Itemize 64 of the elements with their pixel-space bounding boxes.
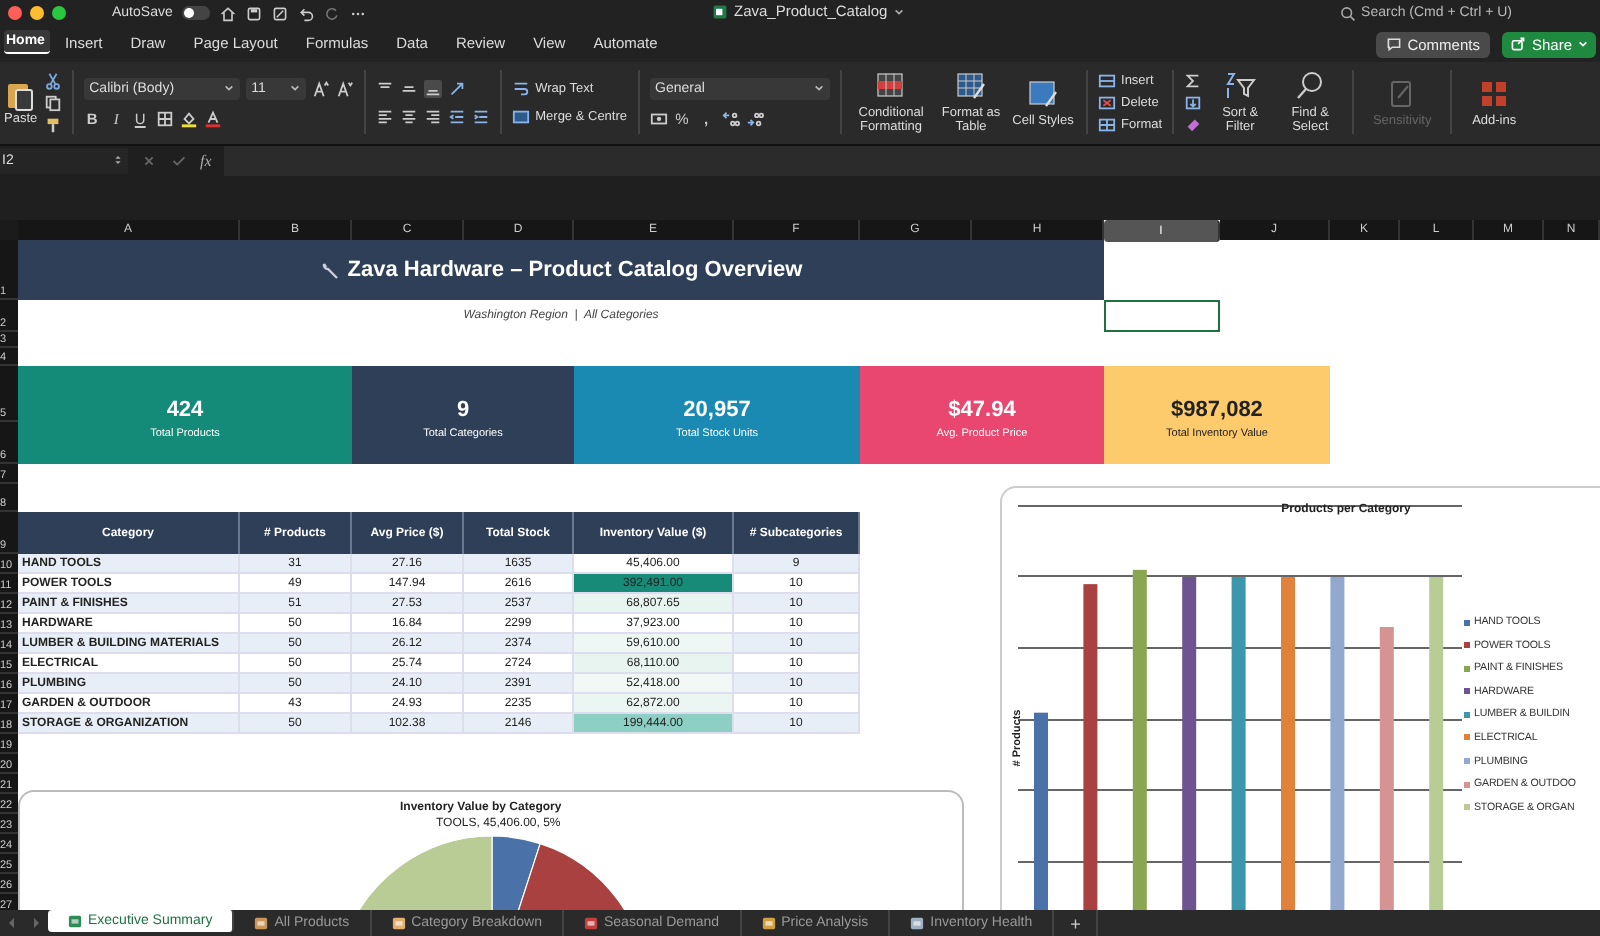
share-icon [1509,36,1526,53]
caret-icon [813,84,824,93]
copy-icon[interactable] [43,93,62,112]
align-right-icon[interactable] [423,107,442,126]
search-icon [1339,5,1356,22]
decrease-indent-icon[interactable] [447,107,466,126]
increase-indent-icon[interactable] [471,107,490,126]
minimize-window-icon[interactable] [30,6,44,21]
borders-icon[interactable] [155,109,174,128]
eraser-icon[interactable] [1184,115,1203,134]
spreadsheet-icon [712,3,728,19]
kpi-value: $987,082 [1171,398,1263,422]
grid-icon [1097,115,1116,134]
autosave-toggle[interactable] [182,6,211,21]
enter-icon[interactable] [170,151,188,170]
formula-input[interactable] [223,145,1600,176]
caret-icon [1578,40,1588,49]
home-icon[interactable] [220,5,237,22]
fill-color-icon[interactable] [179,109,198,128]
sort-filter-icon [1224,69,1257,102]
align-center-icon[interactable] [399,107,418,126]
wrench-icon [319,260,340,280]
sheet-title: Zava Hardware – Product Catalog Overview [347,258,803,282]
kpi-value: 9 [456,398,470,422]
cell-brush-icon [1027,77,1060,109]
align-bottom-icon[interactable] [423,79,442,98]
wrap-text-icon [511,79,530,98]
fill-icon[interactable] [1184,93,1203,112]
scissors-icon[interactable] [43,71,62,90]
close-window-icon[interactable] [8,6,22,21]
add-sheet-button[interactable]: + [1054,910,1099,936]
currency-icon[interactable] [649,109,668,128]
redo-icon[interactable] [324,5,341,22]
caret-icon [223,84,234,93]
selected-cell[interactable] [1104,300,1220,332]
comment-icon [1385,36,1402,53]
kpi-value: 20,957 [683,398,751,422]
caret-icon[interactable] [893,7,904,15]
grid-icon [1478,77,1511,109]
insert-row-icon [1097,71,1116,90]
increase-decimal-icon[interactable] [721,109,740,128]
cancel-icon[interactable] [140,151,158,170]
format-painter-icon[interactable] [43,115,62,134]
delete-row-icon [1097,93,1116,112]
decrease-decimal-icon[interactable] [745,109,764,128]
merge-cells-icon [511,107,530,126]
caret-icon [289,84,300,93]
autosum-icon[interactable] [1184,71,1203,90]
undo-icon[interactable] [298,5,315,22]
decrease-font-icon[interactable] [335,79,354,98]
search-icon [1294,69,1327,102]
table-brush-icon [955,69,988,102]
clipboard-icon [4,79,37,112]
kpi-value: $47.94 [948,398,1016,422]
insert-function-button[interactable]: fx [200,151,212,170]
font-color-icon[interactable] [203,109,222,128]
kpi-value: 424 [166,398,204,422]
edit-icon[interactable] [272,5,289,22]
zoom-window-icon[interactable] [52,6,66,21]
align-left-icon[interactable] [375,107,394,126]
orientation-icon[interactable] [447,79,466,98]
table-highlight-icon [875,69,908,102]
save-icon[interactable] [246,5,263,22]
increase-font-icon[interactable] [311,79,330,98]
